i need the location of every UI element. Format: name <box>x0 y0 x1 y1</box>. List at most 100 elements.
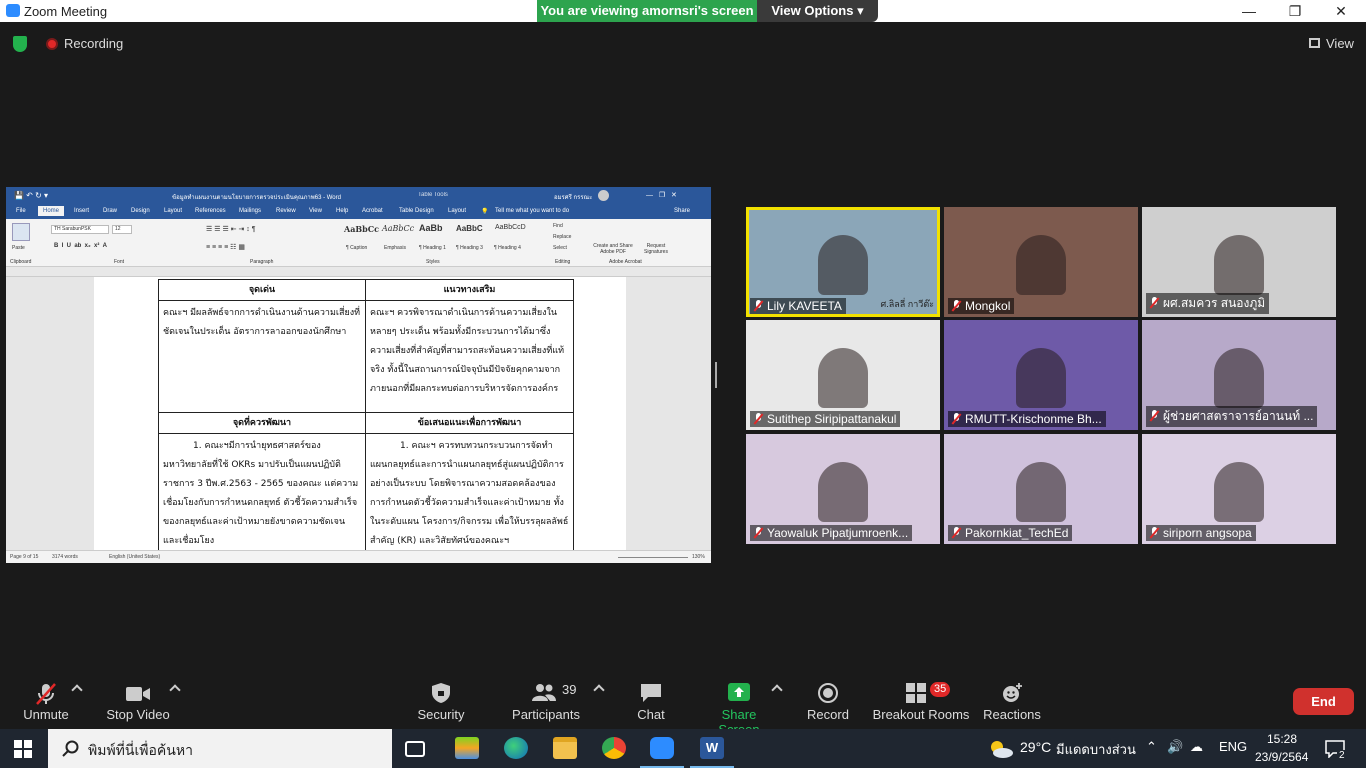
mic-muted-icon <box>1150 527 1159 538</box>
tab-table-design[interactable]: Table Design <box>399 208 434 214</box>
participant-video-tile[interactable]: Mongkol <box>944 207 1138 317</box>
group-paragraph: Paragraph <box>250 259 274 265</box>
close-button[interactable]: ✕ <box>1318 0 1364 22</box>
chevron-down-icon: ▾ <box>857 3 864 18</box>
tab-draw[interactable]: Draw <box>103 208 117 214</box>
taskbar-search-box[interactable]: พิมพ์ที่นี่เพื่อค้นหา <box>48 729 392 768</box>
tab-layout[interactable]: Layout <box>164 208 182 214</box>
onedrive-cloud-icon[interactable]: ☁ <box>1190 739 1203 755</box>
word-share-button[interactable]: Share <box>674 208 690 214</box>
splitter-handle[interactable] <box>715 362 717 388</box>
search-placeholder: พิมพ์ที่นี่เพื่อค้นหา <box>88 742 193 758</box>
request-signatures-button[interactable]: Request Signatures <box>639 243 673 255</box>
font-size-box[interactable]: 12 <box>112 225 132 234</box>
zoom-taskbar-icon[interactable] <box>650 737 674 759</box>
search-icon <box>62 740 79 757</box>
weather-description[interactable]: มีแดดบางส่วน <box>1056 739 1136 760</box>
tab-references[interactable]: References <box>195 208 226 214</box>
participant-video-tile[interactable]: Sutithep Siripipattanakul <box>746 320 940 430</box>
participant-video-tile[interactable]: Pakornkiat_TechEd <box>944 434 1138 544</box>
select-button[interactable]: Select <box>553 245 567 251</box>
tab-insert[interactable]: Insert <box>74 208 89 214</box>
minimize-button[interactable]: — <box>1226 0 1272 22</box>
font-format-icons[interactable]: B I U ab x₂ x² A <box>54 243 107 249</box>
tab-acrobat[interactable]: Acrobat <box>362 208 383 214</box>
tab-table-layout[interactable]: Layout <box>448 208 466 214</box>
participants-icon <box>532 684 556 701</box>
mic-muted-icon <box>754 413 763 424</box>
stop-video-button[interactable]: Stop Video <box>100 672 176 730</box>
tab-design[interactable]: Design <box>131 208 150 214</box>
edge-browser-icon[interactable] <box>504 737 528 759</box>
chat-button[interactable]: Chat <box>628 672 674 730</box>
word-window-controls: — ❐ ✕ <box>646 192 677 199</box>
participant-video-tile[interactable]: RMUTT-Krischonme Bh... <box>944 320 1138 430</box>
tab-help[interactable]: Help <box>336 208 348 214</box>
input-language[interactable]: ENG <box>1219 739 1247 754</box>
participant-name-text: Lily KAVEETA <box>767 299 842 313</box>
meeting-toolbar: Unmute Stop Video Security 39 Participan… <box>0 672 1366 737</box>
windows-start-icon[interactable] <box>14 740 32 758</box>
tab-view[interactable]: View <box>309 208 322 214</box>
bluestacks-icon[interactable] <box>455 737 479 759</box>
view-button[interactable]: View <box>1326 36 1354 51</box>
participant-video-tile[interactable]: ผศ.สมควร สนองภูมิ <box>1142 207 1336 317</box>
tell-me-box[interactable]: Tell me what you want to do <box>495 208 569 214</box>
style-heading1[interactable]: AaBb <box>419 223 443 233</box>
word-count: 3174 words <box>52 554 78 560</box>
style-heading4[interactable]: AaBbCcD <box>495 224 526 231</box>
group-clipboard: Clipboard <box>10 259 32 265</box>
word-ribbon-tabs: File Home Insert Draw Design Layout Refe… <box>6 205 711 219</box>
find-button[interactable]: Find <box>553 223 563 229</box>
tray-chevron-up-icon[interactable]: ⌃ <box>1146 739 1157 755</box>
reactions-button[interactable]: Reactions <box>982 672 1042 730</box>
tab-home[interactable]: Home <box>38 206 65 216</box>
participant-name: Pakornkiat_TechEd <box>948 525 1073 541</box>
end-meeting-button[interactable]: End <box>1293 688 1354 715</box>
align-icons[interactable]: ≡ ≡ ≡ ≡ ☷ ▦ <box>206 243 245 251</box>
style-caption[interactable]: AaBbCc <box>344 224 379 234</box>
view-options-button[interactable]: View Options ▾ <box>757 0 878 22</box>
maximize-button[interactable]: ❐ <box>1272 0 1318 22</box>
clock-date[interactable]: 23/9/2564 <box>1255 750 1308 764</box>
mic-muted-icon <box>1150 297 1159 308</box>
create-pdf-button[interactable]: Create and Share Adobe PDF <box>591 243 635 255</box>
breakout-rooms-button[interactable]: 35 Breakout Rooms <box>872 672 970 730</box>
participants-button[interactable]: 39 Participants <box>508 672 584 730</box>
participants-chevron-icon[interactable] <box>593 684 605 696</box>
unmute-button[interactable]: Unmute <box>14 672 78 730</box>
paste-icon[interactable] <box>12 223 30 241</box>
group-adobe: Adobe Acrobat <box>609 259 642 265</box>
mic-muted-icon <box>952 413 961 424</box>
share-screen-button[interactable]: Share Screen <box>700 672 778 737</box>
zoom-slider[interactable] <box>618 557 688 558</box>
style-emphasis[interactable]: AaBbCc <box>382 224 414 233</box>
participant-video-tile[interactable]: siriporn angsopa <box>1142 434 1336 544</box>
participant-video-tile[interactable]: ผู้ช่วยศาสตราจารย์อานนท์ ... <box>1142 320 1336 430</box>
tab-mailings[interactable]: Mailings <box>239 208 261 214</box>
security-button[interactable]: Security <box>412 672 470 730</box>
volume-icon[interactable]: 🔊 <box>1167 739 1183 755</box>
participant-silhouette <box>1214 462 1264 522</box>
tab-file[interactable]: File <box>16 208 26 214</box>
word-taskbar-icon[interactable]: W <box>700 737 724 759</box>
word-ribbon: Paste TH SarabunPSK 12 B I U ab x₂ x² A … <box>6 219 711 267</box>
encryption-shield-icon[interactable] <box>13 36 27 52</box>
font-name-box[interactable]: TH SarabunPSK <box>51 225 109 234</box>
weather-partly-sunny-icon <box>991 741 1013 758</box>
participant-video-tile[interactable]: Yaowaluk Pipatjumroenk... <box>746 434 940 544</box>
chrome-icon[interactable] <box>602 737 626 759</box>
record-button[interactable]: Record <box>802 672 854 730</box>
participant-video-tile[interactable]: ศ.ลิลลี่ กาวีต๊ะ Lily KAVEETA <box>746 207 940 317</box>
lightbulb-icon: 💡 <box>481 209 489 215</box>
file-explorer-icon[interactable] <box>553 737 577 759</box>
table-cell: คณะฯ ควรพิจารณาดำเนินการด้านความเสี่ยงใน… <box>365 300 574 413</box>
tab-review[interactable]: Review <box>276 208 296 214</box>
paragraph-icons[interactable]: ☰ ☰ ☰ ⇤ ⇥ ↕ ¶ <box>206 225 256 233</box>
weather-temperature[interactable]: 29°C <box>1020 739 1051 755</box>
style-heading3[interactable]: AaBbC <box>456 224 483 233</box>
task-view-icon[interactable] <box>405 741 425 757</box>
clock-time[interactable]: 15:28 <box>1267 732 1297 746</box>
replace-button[interactable]: Replace <box>553 234 571 240</box>
participant-name: ผู้ช่วยศาสตราจารย์อานนท์ ... <box>1146 406 1318 427</box>
